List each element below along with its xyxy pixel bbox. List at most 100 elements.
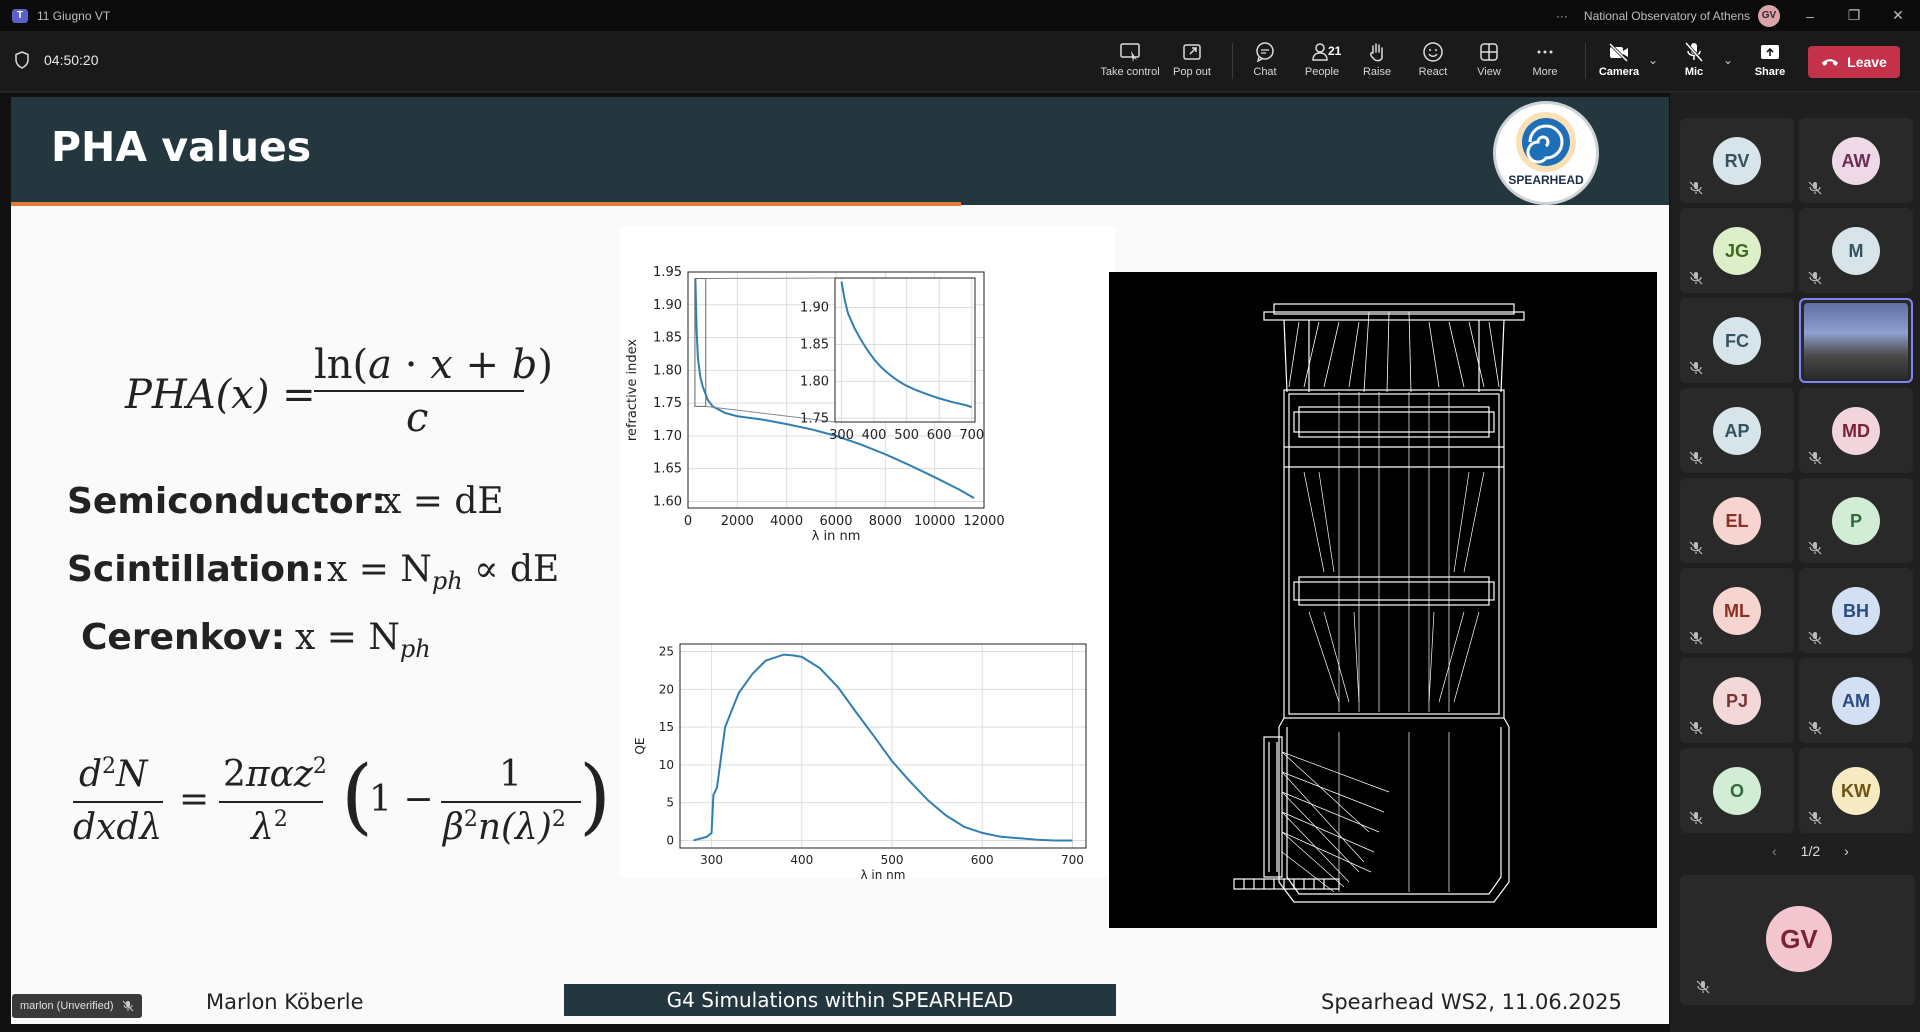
participant-tile[interactable]: AW bbox=[1799, 118, 1913, 203]
y-tick-label: 1.75 bbox=[800, 411, 829, 426]
participant-tile[interactable] bbox=[1799, 298, 1913, 383]
avatar: AP bbox=[1713, 407, 1761, 455]
x-axis-label: λ in nm bbox=[861, 868, 906, 882]
y-tick-label: 10 bbox=[659, 758, 674, 772]
avatar: GV bbox=[1766, 906, 1832, 972]
qe-chart: 300 400 500 600 700 0 5 10 15 20 25 λ in nm QE bbox=[633, 643, 1087, 882]
semiconductor-formula: x = dE bbox=[381, 481, 504, 522]
more-options-icon[interactable]: ··· bbox=[1556, 9, 1568, 23]
restore-button[interactable]: ❐ bbox=[1832, 7, 1876, 24]
grid-view-icon bbox=[1480, 43, 1498, 61]
leave-button[interactable]: Leave bbox=[1808, 46, 1900, 78]
y-axis-label: refractive index bbox=[625, 339, 640, 441]
mic-options-chevron-icon[interactable]: ⌄ bbox=[1723, 53, 1733, 67]
participant-tile[interactable]: AM bbox=[1799, 658, 1913, 743]
next-page-icon[interactable]: › bbox=[1844, 843, 1849, 859]
participant-tile[interactable]: AP bbox=[1680, 388, 1794, 473]
avatar: BH bbox=[1832, 587, 1880, 635]
previous-page-icon[interactable]: ‹ bbox=[1772, 843, 1777, 859]
chat-button[interactable]: Chat bbox=[1233, 39, 1297, 87]
share-icon bbox=[1761, 45, 1779, 59]
mic-off-icon bbox=[1808, 721, 1822, 735]
y-tick-label: 5 bbox=[666, 796, 674, 810]
user-avatar[interactable]: GV bbox=[1758, 4, 1780, 27]
mic-off-icon bbox=[1689, 811, 1703, 825]
x-tick-label: 6000 bbox=[819, 514, 852, 529]
camera-off-icon bbox=[1608, 42, 1629, 63]
fraction-bar bbox=[314, 390, 524, 392]
mic-off-icon bbox=[1808, 811, 1822, 825]
spiral-logo-icon bbox=[1516, 112, 1576, 172]
y-tick-label: 1.90 bbox=[800, 301, 829, 316]
participant-tile[interactable]: MD bbox=[1799, 388, 1913, 473]
participant-tile[interactable]: PJ bbox=[1680, 658, 1794, 743]
mic-off-icon bbox=[1689, 451, 1703, 465]
close-button[interactable]: ✕ bbox=[1876, 7, 1920, 24]
spearhead-logo: SPEARHEAD bbox=[1493, 101, 1599, 205]
participant-tile[interactable]: M bbox=[1799, 208, 1913, 293]
participant-tile[interactable]: O bbox=[1680, 748, 1794, 833]
people-count: 21 bbox=[1328, 44, 1342, 58]
mic-off-icon bbox=[1808, 271, 1822, 285]
x-tick-label: 12000 bbox=[963, 514, 1004, 529]
share-button[interactable]: Share bbox=[1738, 39, 1802, 87]
self-video-tile[interactable]: GV bbox=[1680, 875, 1915, 1005]
plot-frame bbox=[679, 643, 1087, 849]
participant-tile[interactable]: FC bbox=[1680, 298, 1794, 383]
zoom-connector bbox=[705, 277, 836, 280]
react-button[interactable]: React bbox=[1401, 39, 1465, 87]
ellipsis-icon bbox=[1537, 50, 1553, 54]
avatar: MD bbox=[1832, 407, 1880, 455]
mic-off-icon bbox=[1808, 451, 1822, 465]
raise-hand-button[interactable]: Raise bbox=[1345, 39, 1409, 87]
cerenkov-formula: x = Nph bbox=[295, 617, 431, 664]
mic-off-icon bbox=[122, 1000, 133, 1012]
participant-tile[interactable]: EL bbox=[1680, 478, 1794, 563]
x-tick-label: 300 bbox=[829, 428, 854, 443]
detector-geometry-drawing bbox=[1233, 303, 1525, 903]
timer-text: 04:50:20 bbox=[44, 52, 99, 68]
x-tick-label: 600 bbox=[927, 428, 952, 443]
y-tick-label: 1.80 bbox=[800, 374, 829, 389]
x-tick-label: 700 bbox=[1061, 853, 1084, 867]
ft-den2: λ2 bbox=[251, 807, 288, 848]
minimize-button[interactable]: – bbox=[1788, 8, 1832, 24]
x-tick-label: 400 bbox=[862, 428, 887, 443]
y-tick-label: 0 bbox=[666, 833, 674, 847]
emoji-icon bbox=[1423, 42, 1443, 62]
avatar: FC bbox=[1713, 317, 1761, 365]
avatar: KW bbox=[1832, 767, 1880, 815]
footer-title: G4 Simulations within SPEARHEAD bbox=[564, 984, 1116, 1016]
x-tick-label: 500 bbox=[894, 428, 919, 443]
pop-out-button[interactable]: Pop out bbox=[1160, 39, 1224, 87]
participant-tile[interactable]: KW bbox=[1799, 748, 1913, 833]
y-tick-label: 1.90 bbox=[653, 298, 682, 313]
camera-button[interactable]: Camera bbox=[1587, 39, 1651, 87]
view-button[interactable]: View bbox=[1457, 39, 1521, 87]
meeting-timer: 04:50:20 bbox=[14, 51, 99, 69]
participant-tile[interactable]: JG bbox=[1680, 208, 1794, 293]
participant-tile[interactable]: RV bbox=[1680, 118, 1794, 203]
x-tick-label: 2000 bbox=[721, 514, 754, 529]
x-tick-label: 500 bbox=[881, 853, 904, 867]
mic-off-icon bbox=[1684, 42, 1704, 62]
participant-tile[interactable]: BH bbox=[1799, 568, 1913, 653]
y-tick-label: 1.70 bbox=[653, 429, 682, 444]
avatar: RV bbox=[1713, 137, 1761, 185]
mic-button[interactable]: Mic bbox=[1662, 39, 1726, 87]
footer-event: Spearhead WS2, 11.06.2025 bbox=[1321, 990, 1622, 1014]
gallery-pager: ‹ 1/2 › bbox=[1760, 843, 1861, 859]
participant-tile[interactable]: ML bbox=[1680, 568, 1794, 653]
x-tick-label: 10000 bbox=[914, 514, 955, 529]
participant-tile[interactable]: P bbox=[1799, 478, 1913, 563]
take-control-button[interactable]: Take control bbox=[1098, 39, 1162, 87]
x-tick-label: 0 bbox=[684, 514, 692, 529]
take-control-icon bbox=[1120, 43, 1140, 62]
y-tick-label: 1.75 bbox=[653, 396, 682, 411]
camera-options-chevron-icon[interactable]: ⌄ bbox=[1648, 53, 1658, 67]
presentation-slide: PHA values SPEARHEAD PHA(x) = ln(a · x +… bbox=[11, 97, 1669, 1024]
pop-out-icon bbox=[1183, 44, 1201, 60]
slide-header: PHA values bbox=[11, 97, 1669, 206]
more-button[interactable]: More bbox=[1513, 39, 1577, 87]
window-title: 11 Giugno VT bbox=[37, 8, 111, 23]
